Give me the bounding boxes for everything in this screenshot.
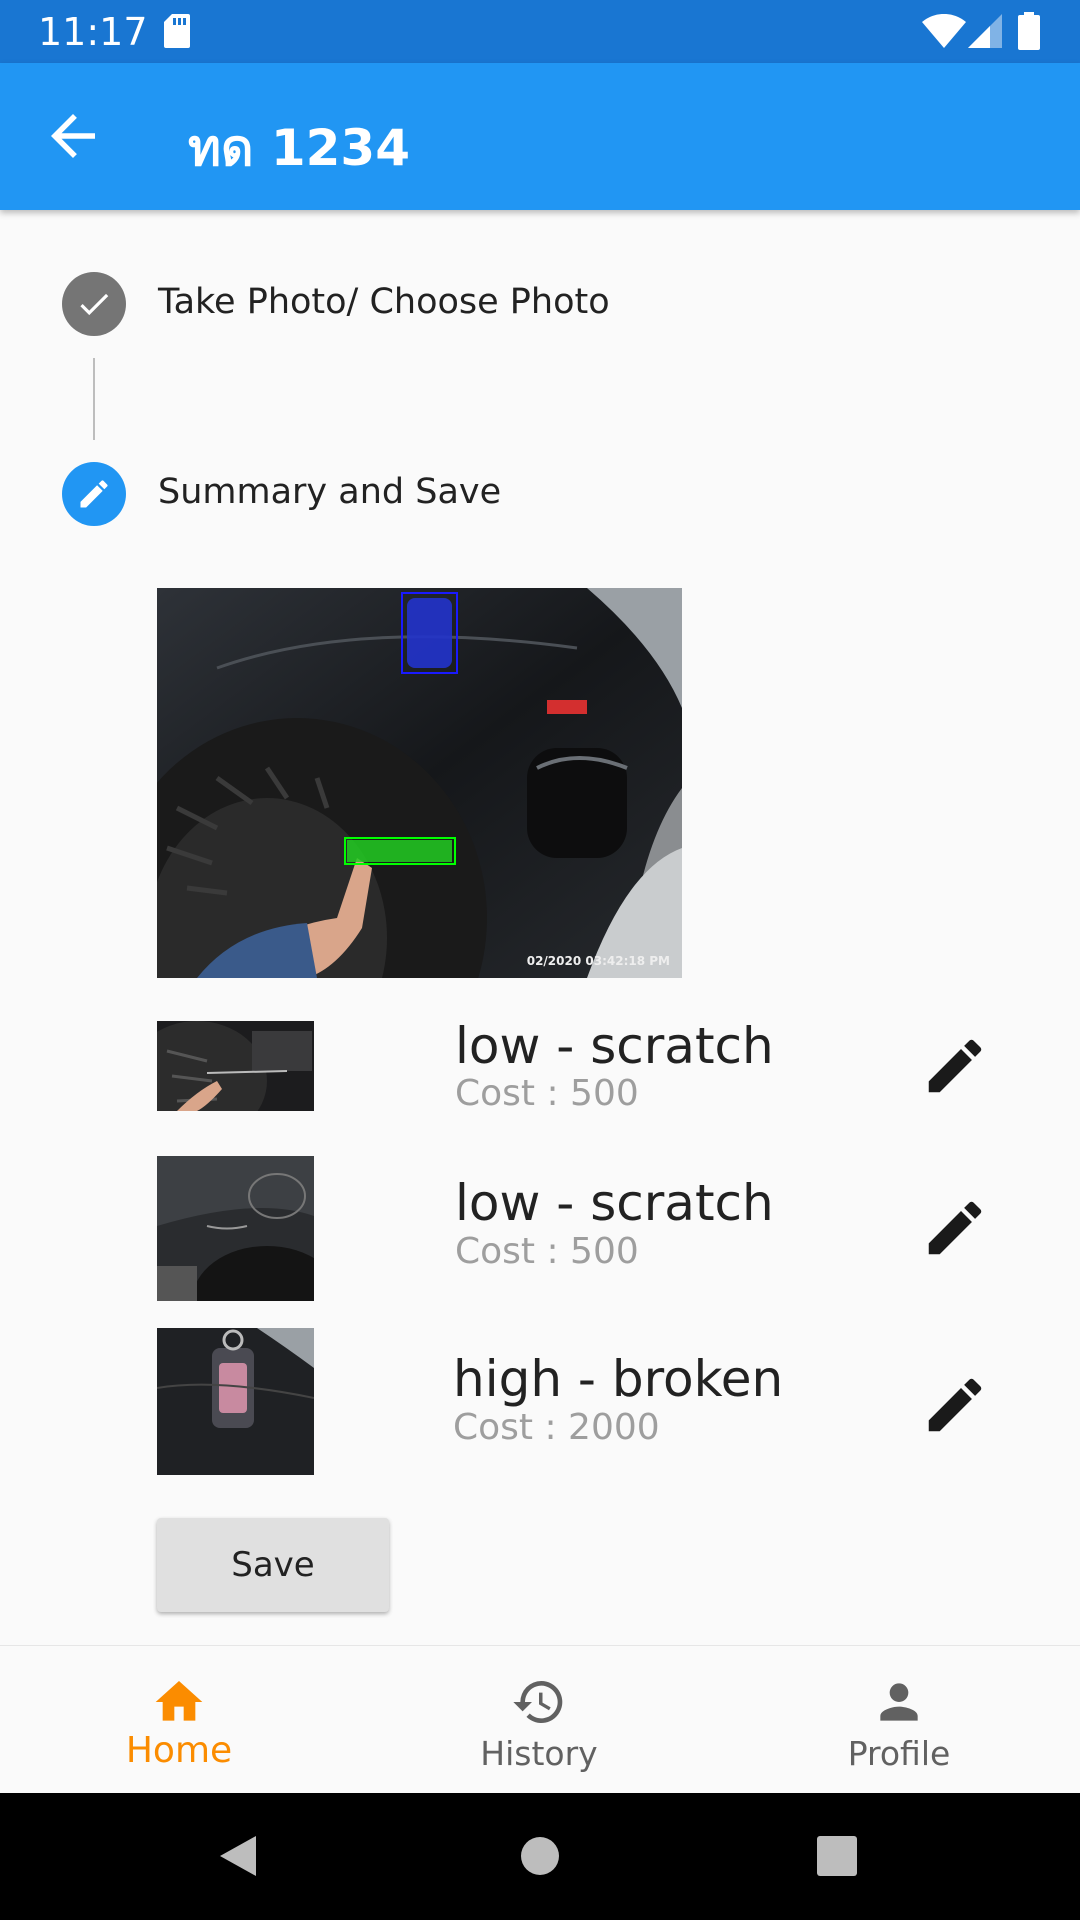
damage-crop-image bbox=[157, 1156, 314, 1301]
damage-thumbnail[interactable] bbox=[157, 1156, 314, 1301]
nav-item-profile[interactable]: Profile bbox=[799, 1646, 999, 1794]
damage-crop-image bbox=[157, 1021, 314, 1111]
page-title: ทด 1234 bbox=[188, 119, 410, 177]
status-time: 11:17 bbox=[38, 10, 148, 54]
edit-damage-button[interactable] bbox=[920, 1370, 990, 1440]
step-label: Take Photo/ Choose Photo bbox=[158, 282, 610, 322]
status-bar: 11:17 bbox=[0, 0, 1080, 63]
damage-cost: Cost : 500 bbox=[455, 1073, 639, 1114]
wifi-icon bbox=[922, 14, 966, 48]
pencil-icon bbox=[928, 1201, 982, 1255]
home-circle-icon[interactable] bbox=[520, 1836, 560, 1876]
history-icon bbox=[513, 1681, 563, 1723]
person-icon bbox=[880, 1683, 918, 1721]
damage-crop-image bbox=[157, 1328, 314, 1475]
step-label: Summary and Save bbox=[158, 472, 502, 512]
system-navigation-bar bbox=[0, 1793, 1080, 1920]
nav-item-home[interactable]: Home bbox=[79, 1646, 279, 1794]
damage-severity: low - scratch bbox=[455, 1017, 774, 1075]
app-bar: ทด 1234 bbox=[0, 63, 1080, 210]
pencil-icon bbox=[928, 1378, 982, 1432]
sd-card-icon bbox=[164, 14, 190, 48]
step-editing-indicator bbox=[62, 462, 126, 526]
damage-item: high - broken Cost : 2000 bbox=[157, 1328, 1017, 1475]
signal-icon bbox=[968, 14, 1002, 48]
nav-item-history[interactable]: History bbox=[439, 1646, 639, 1794]
edit-icon bbox=[80, 480, 108, 508]
nav-label: History bbox=[480, 1734, 598, 1773]
edit-damage-button[interactable] bbox=[920, 1031, 990, 1101]
pencil-icon bbox=[928, 1039, 982, 1093]
damage-item: low - scratch Cost : 500 bbox=[157, 1017, 1017, 1114]
step-completed-indicator bbox=[62, 272, 126, 336]
step-connector bbox=[93, 358, 95, 440]
damage-photo[interactable]: 02/2020 03:42:18 PM bbox=[157, 588, 682, 978]
back-button[interactable] bbox=[40, 103, 106, 169]
nav-label: Profile bbox=[847, 1734, 951, 1773]
damage-thumbnail[interactable] bbox=[157, 1328, 314, 1475]
damage-cost: Cost : 500 bbox=[455, 1231, 639, 1272]
edit-damage-button[interactable] bbox=[920, 1193, 990, 1263]
check-icon bbox=[80, 293, 109, 316]
home-icon bbox=[155, 1681, 203, 1721]
battery-icon bbox=[1018, 12, 1040, 50]
save-button[interactable]: Save bbox=[157, 1518, 389, 1612]
damage-thumbnail[interactable] bbox=[157, 1021, 314, 1111]
car-damage-image bbox=[157, 588, 682, 978]
recents-square-icon[interactable] bbox=[817, 1836, 857, 1876]
bottom-navigation: Home History Profile bbox=[0, 1645, 1080, 1794]
arrow-back-icon bbox=[51, 114, 95, 158]
damage-item: low - scratch Cost : 500 bbox=[157, 1156, 1017, 1301]
damage-severity: high - broken bbox=[453, 1350, 784, 1408]
damage-cost: Cost : 2000 bbox=[453, 1407, 660, 1448]
damage-severity: low - scratch bbox=[455, 1174, 774, 1232]
photo-timestamp: 02/2020 03:42:18 PM bbox=[526, 954, 670, 968]
nav-label: Home bbox=[125, 1730, 233, 1771]
back-triangle-icon[interactable] bbox=[216, 1834, 258, 1878]
